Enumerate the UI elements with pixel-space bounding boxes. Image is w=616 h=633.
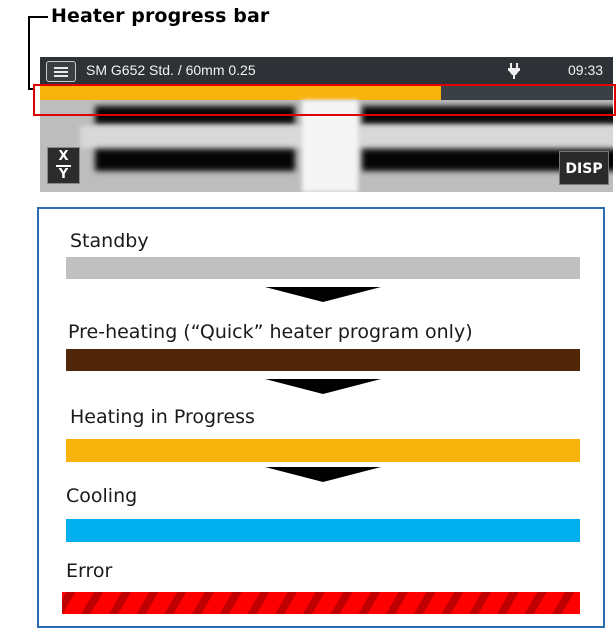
disp-button[interactable]: DISP	[559, 151, 609, 185]
fiber-right-core	[352, 126, 613, 148]
swatch-preheating	[66, 349, 580, 371]
swatch-standby	[66, 257, 580, 279]
heater-program-title: SM G652 Std. / 60mm 0.25	[86, 62, 256, 78]
fiber-left-core	[80, 126, 305, 148]
state-label-error: Error	[66, 560, 113, 582]
device-screen: SM G652 Std. / 60mm 0.25 09:33 X Y DISP	[40, 57, 613, 192]
clock-time: 09:33	[568, 62, 604, 78]
state-label-standby: Standby	[70, 230, 149, 252]
callout-title: Heater progress bar	[51, 5, 270, 27]
state-label-preheating: Pre-heating (“Quick” heater program only…	[68, 321, 473, 343]
status-bar: SM G652 Std. / 60mm 0.25 09:33	[40, 57, 613, 86]
fiber-left-shadow-bottom	[95, 149, 295, 171]
swatch-error	[62, 592, 580, 614]
swatch-heating	[66, 439, 580, 462]
callout-leader-vertical	[28, 16, 30, 90]
state-label-heating: Heating in Progress	[70, 406, 255, 428]
menu-icon[interactable]	[46, 61, 76, 82]
state-label-cooling: Cooling	[66, 485, 138, 507]
arrow-down-icon	[265, 379, 381, 394]
heater-state-legend: Standby Pre-heating (“Quick” heater prog…	[37, 207, 605, 628]
progress-bar-highlight	[33, 84, 616, 116]
arrow-down-icon	[265, 287, 381, 302]
arrow-down-icon	[265, 467, 381, 482]
plug-icon	[508, 63, 520, 79]
swatch-cooling	[66, 519, 580, 542]
callout-leader-horizontal	[28, 16, 48, 18]
xy-view-button[interactable]: X Y	[47, 147, 80, 184]
